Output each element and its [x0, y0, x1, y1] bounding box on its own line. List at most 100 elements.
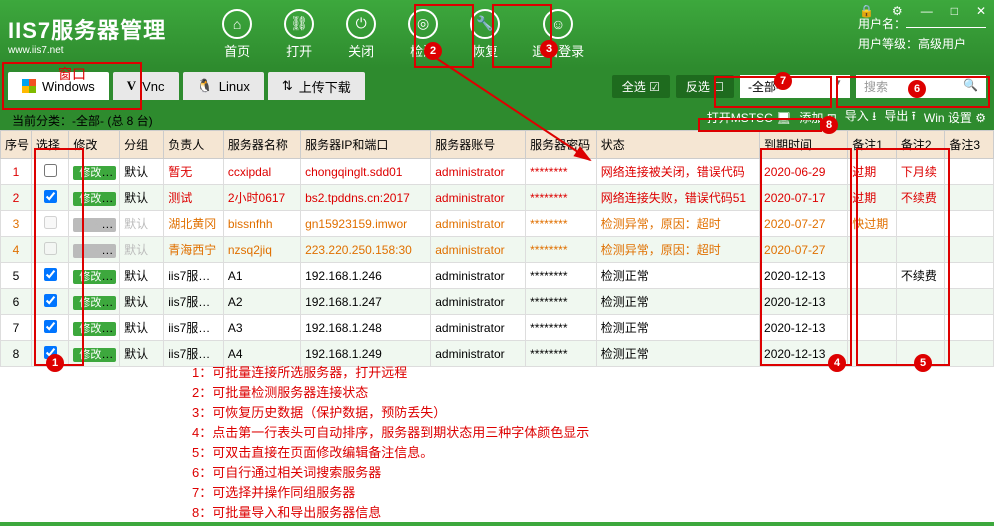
radar-icon: ◎ [408, 9, 438, 39]
cell-group: 默认 [120, 341, 164, 367]
table-header-row[interactable]: 序号 选择 修改 分组 负责人 服务器名称 服务器IP和端口 服务器账号 服务器… [1, 131, 994, 159]
modify-button: 修改 ▾ [73, 244, 116, 258]
upload-icon: ⇅ [282, 78, 293, 94]
modify-button[interactable]: 修改 ▾ [73, 192, 116, 206]
nav-home-label: 首页 [224, 41, 250, 60]
settings-icon[interactable]: ⚙ [892, 4, 903, 18]
cell-note3[interactable] [945, 159, 994, 185]
cell-note1[interactable] [848, 341, 897, 367]
col-select[interactable]: 选择 [31, 131, 69, 159]
nav-open[interactable]: ⛓打开 [284, 9, 314, 60]
modify-button[interactable]: 修改 ▾ [73, 296, 116, 310]
col-note1[interactable]: 备注1 [848, 131, 897, 159]
cell-note1[interactable]: 过期 [848, 185, 897, 211]
cell-state: 网络连接失败，错误代码51 [596, 185, 759, 211]
export-button[interactable]: 导出 ⭱ [884, 107, 916, 128]
wrench-icon: 🔧 [470, 9, 500, 39]
col-index[interactable]: 序号 [1, 131, 32, 159]
col-ip[interactable]: 服务器IP和端口 [301, 131, 431, 159]
col-password[interactable]: 服务器密码 [526, 131, 597, 159]
nav-restore-label: 恢复 [472, 41, 498, 60]
cell-note2[interactable] [896, 211, 945, 237]
cell-note1[interactable] [848, 289, 897, 315]
cell-note3[interactable] [945, 211, 994, 237]
cell-note3[interactable] [945, 185, 994, 211]
linux-icon: 🐧 [197, 78, 213, 94]
modify-button[interactable]: 修改 ▾ [73, 348, 116, 362]
cell-note1[interactable]: 过期 [848, 159, 897, 185]
cell-index: 1 [1, 159, 32, 185]
table-row[interactable]: 7修改 ▾默认iis7服务器A3192.168.1.248administrat… [1, 315, 994, 341]
group-filter-combo[interactable]: -全部-▼ [740, 75, 850, 98]
row-checkbox[interactable] [44, 268, 57, 281]
col-name[interactable]: 服务器名称 [223, 131, 300, 159]
cell-note1[interactable] [848, 315, 897, 341]
cell-note3[interactable] [945, 237, 994, 263]
tab-linux[interactable]: 🐧Linux [183, 72, 264, 100]
cell-note3[interactable] [945, 315, 994, 341]
cell-note2[interactable] [896, 237, 945, 263]
table-row[interactable]: 1修改 ▾默认暂无ccxipdalchongqinglt.sdd01admini… [1, 159, 994, 185]
cell-note2[interactable]: 不续费 [896, 263, 945, 289]
modify-button[interactable]: 修改 ▾ [73, 166, 116, 180]
import-button[interactable]: 导入 ⭳ [845, 107, 877, 128]
col-state[interactable]: 状态 [596, 131, 759, 159]
cell-date: 2020-12-13 [760, 315, 848, 341]
row-checkbox[interactable] [44, 320, 57, 333]
row-checkbox[interactable] [44, 164, 57, 177]
table-row[interactable]: 5修改 ▾默认iis7服务器A1192.168.1.246administrat… [1, 263, 994, 289]
cell-note3[interactable] [945, 263, 994, 289]
cell-note2[interactable] [896, 315, 945, 341]
cell-note2[interactable]: 不续费 [896, 185, 945, 211]
col-account[interactable]: 服务器账号 [431, 131, 526, 159]
cell-note2[interactable]: 下月续 [896, 159, 945, 185]
cell-index: 5 [1, 263, 32, 289]
tab-bar: Windows VVnc 🐧Linux ⇅上传下载 全选 ☑ 反选 ☐ -全部-… [0, 68, 994, 104]
cell-name: A3 [223, 315, 300, 341]
cell-group: 默认 [120, 315, 164, 341]
tab-vnc[interactable]: VVnc [113, 72, 179, 100]
modify-button: 修改 ▾ [73, 218, 116, 232]
cell-note1[interactable] [848, 237, 897, 263]
select-all-button[interactable]: 全选 ☑ [612, 75, 670, 98]
cell-ip: 192.168.1.246 [301, 263, 431, 289]
cell-note3[interactable] [945, 289, 994, 315]
table-row[interactable]: 2修改 ▾默认测试2小时0617bs2.tpddns.cn:2017admini… [1, 185, 994, 211]
invert-select-button[interactable]: 反选 ☐ [676, 75, 734, 98]
nav-close[interactable]: ⏻关闭 [346, 9, 376, 60]
user-icon: ☺ [543, 9, 573, 39]
nav-home[interactable]: ⌂首页 [222, 9, 252, 60]
lock-icon[interactable]: 🔒 [859, 4, 874, 18]
modify-button[interactable]: 修改 ▾ [73, 322, 116, 336]
maximize-icon[interactable]: □ [951, 4, 958, 18]
minimize-icon[interactable]: — [921, 4, 933, 18]
cell-select [31, 185, 69, 211]
col-note2[interactable]: 备注2 [896, 131, 945, 159]
nav-restore[interactable]: 🔧 恢复 [470, 9, 500, 60]
table-row[interactable]: 3修改 ▾默认湖北黄冈bissnfhhgn15923159.imworadmin… [1, 211, 994, 237]
tab-upload[interactable]: ⇅上传下载 [268, 72, 365, 100]
col-owner[interactable]: 负责人 [164, 131, 224, 159]
cell-note2[interactable] [896, 289, 945, 315]
cell-password: ******** [526, 211, 597, 237]
cell-note3[interactable] [945, 341, 994, 367]
col-group[interactable]: 分组 [120, 131, 164, 159]
modify-button[interactable]: 修改 ▾ [73, 270, 116, 284]
note-line: 2：可批量检测服务器连接状态 [192, 383, 589, 403]
cell-note1[interactable]: 快过期 [848, 211, 897, 237]
col-modify[interactable]: 修改 [69, 131, 120, 159]
cell-name: A1 [223, 263, 300, 289]
table-row[interactable]: 6修改 ▾默认iis7服务器A2192.168.1.247administrat… [1, 289, 994, 315]
col-note3[interactable]: 备注3 [945, 131, 994, 159]
win-settings-button[interactable]: Win 设置 ⚙ [924, 109, 986, 126]
open-mstsc-button[interactable]: 打开MSTSC 🖥 [707, 109, 792, 126]
cell-owner: 测试 [164, 185, 224, 211]
col-expiry[interactable]: 到期时间 [760, 131, 848, 159]
windows-icon [22, 79, 36, 93]
row-checkbox[interactable] [44, 190, 57, 203]
row-checkbox[interactable] [44, 294, 57, 307]
close-icon[interactable]: ✕ [976, 4, 986, 18]
chevron-down-icon: ▼ [834, 78, 842, 95]
table-row[interactable]: 4修改 ▾默认青海西宁nzsq2jiq223.220.250.158:30adm… [1, 237, 994, 263]
cell-note1[interactable] [848, 263, 897, 289]
